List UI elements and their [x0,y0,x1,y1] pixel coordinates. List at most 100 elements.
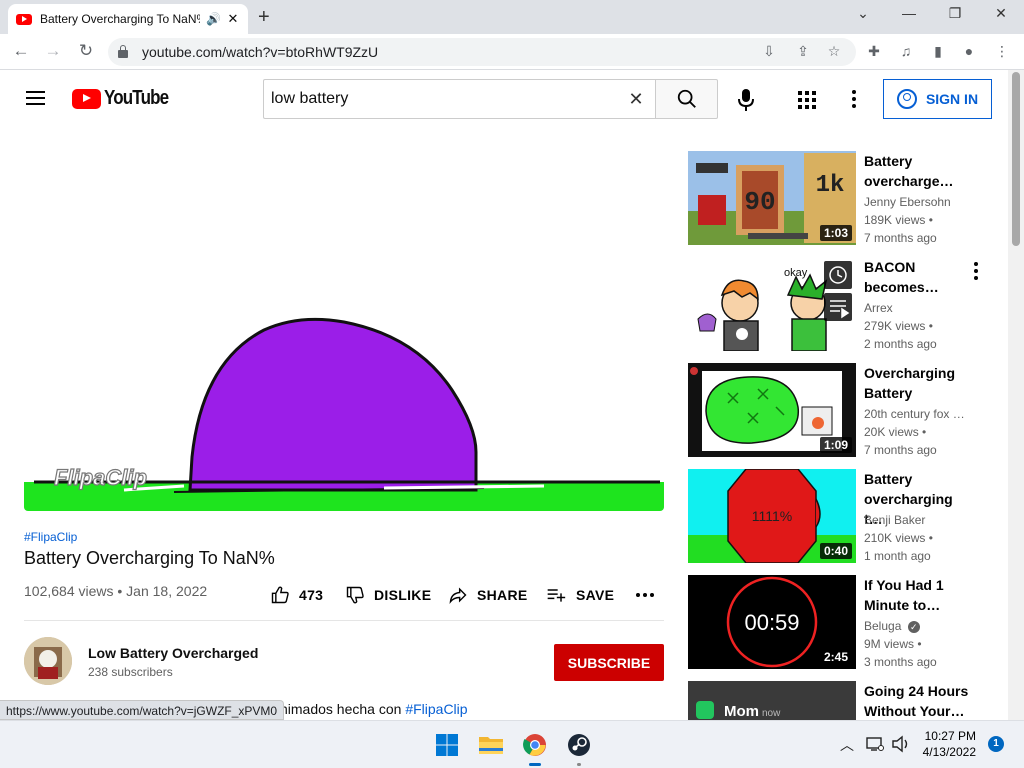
volume-icon[interactable] [891,735,911,758]
bookmark-star-icon[interactable]: ☆ [825,43,843,60]
video-thumbnail[interactable]: 00:59 2:45 [688,575,856,669]
related-video-item[interactable]: 00:59 2:45 If You Had 1 Minute to… Belug… [688,575,998,671]
close-window-button[interactable]: ✕ [989,5,1013,22]
steam-icon[interactable] [563,729,595,766]
browser-menu-icon[interactable]: ⋮ [993,43,1011,60]
new-tab-button[interactable]: + [258,6,270,29]
video-hashtag[interactable]: #FlipaClip [24,530,77,544]
sign-in-button[interactable]: SIGN IN [883,79,992,119]
related-video-title[interactable]: Battery overcharge… [864,151,964,191]
search-query: low battery [271,90,349,107]
divider [24,620,664,621]
video-description: nimados hecha con #FlipaClip [280,701,468,717]
settings-more-icon[interactable] [852,90,856,111]
thumbs-down-icon [346,586,364,604]
tab-audio-icon[interactable]: 🔊 [206,12,221,26]
related-video-views: 210K views • [864,531,933,545]
browser-tab[interactable]: Battery Overcharging To NaN% 🔊 ✕ [8,4,248,34]
youtube-logo[interactable]: YouTube [72,87,180,110]
dislike-label: DISLIKE [374,587,432,603]
hamburger-menu-icon[interactable] [26,91,45,105]
like-button[interactable]: 473 [270,585,323,605]
file-explorer-icon[interactable] [475,729,507,761]
video-views-date: 102,684 views • Jan 18, 2022 [24,583,208,599]
windows-taskbar: ︿ [0,720,1024,768]
network-icon[interactable] [866,736,884,757]
profile-avatar-icon[interactable]: ● [960,43,978,59]
search-input[interactable]: low battery ✕ [263,79,656,119]
related-video-age: 7 months ago [864,231,937,245]
thumb-number-1k: 1k [816,172,845,199]
related-video-channel[interactable]: Arrex [864,301,893,315]
video-thumbnail[interactable]: 90 1k 1:03 [688,151,856,245]
notification-badge[interactable]: 1 [988,736,1004,752]
forward-icon[interactable]: → [42,41,64,61]
browser-toolbar: ← → ↻ youtube.com/watch?v=btoRhWT9ZzU ⇩ … [0,34,1024,70]
flipaclip-watermark: FlipaClip [54,465,147,490]
video-thumbnail[interactable]: 1111% 0:40 [688,469,856,563]
address-bar[interactable]: youtube.com/watch?v=btoRhWT9ZzU [108,38,856,66]
related-video-item[interactable]: Mom now Going 24 Hours Without Your… [688,681,998,720]
video-duration: 1:03 [819,225,852,241]
search-button[interactable] [655,79,718,119]
related-video-channel[interactable]: Benji Baker [864,513,925,527]
minimize-button[interactable]: — [897,5,921,21]
related-video-item[interactable]: okay BACON becomes… Arrex 279K views • 2… [688,257,998,353]
related-video-channel[interactable]: 20th century fox … [864,407,965,421]
page-scrollbar-thumb[interactable] [1012,72,1020,246]
running-app-indicator [577,763,581,766]
related-video-item[interactable]: 1:09 Overcharging Battery 20th century f… [688,363,998,459]
related-video-item[interactable]: 90 1k 1:03 Battery overcharge… Jenny Ebe… [688,151,998,247]
video-thumbnail[interactable]: Mom now [688,681,856,720]
save-button[interactable]: SAVE [545,585,614,605]
video-thumbnail[interactable]: 1:09 [688,363,856,457]
related-video-title[interactable]: Overcharging Battery [864,363,964,403]
dislike-button[interactable]: DISLIKE [345,585,431,605]
video-thumbnail[interactable]: okay [688,257,856,351]
related-video-age: 1 month ago [864,549,931,563]
share-page-icon[interactable]: ⇪ [794,43,812,60]
add-to-queue-icon[interactable] [824,293,852,321]
share-button[interactable]: SHARE [448,585,528,605]
apps-grid-icon[interactable] [798,91,816,109]
reload-icon[interactable]: ↻ [75,41,97,61]
channel-avatar[interactable] [24,637,72,685]
tab-title: Battery Overcharging To NaN% [40,12,200,26]
related-video-channel[interactable]: Beluga ✓ [864,619,920,633]
active-app-indicator [529,763,541,766]
video-player[interactable]: FlipaClip [24,152,664,511]
channel-name[interactable]: Low Battery Overcharged [88,645,258,661]
lock-icon[interactable] [118,45,128,58]
related-video-title[interactable]: Going 24 Hours Without Your… [864,681,974,720]
sign-in-label: SIGN IN [925,91,979,107]
related-video-title[interactable]: If You Had 1 Minute to… [864,575,964,615]
related-video-title[interactable]: BACON becomes… [864,257,964,297]
thumb-now-text: now [762,708,781,719]
taskbar-clock[interactable]: 10:27 PM 4/13/2022 [918,728,976,760]
youtube-logo-text: YouTube [104,87,169,109]
tab-close-icon[interactable]: ✕ [226,11,240,27]
restore-button[interactable]: ❐ [943,5,967,22]
back-icon[interactable]: ← [10,41,32,61]
show-hidden-icons-chevron-icon[interactable]: ︿ [840,735,854,755]
related-video-channel[interactable]: Jenny Ebersohn [864,195,951,209]
windows-start-icon[interactable] [431,729,463,761]
related-video-age: 3 months ago [864,655,937,669]
side-panel-icon[interactable]: ▮ [929,43,947,60]
media-control-icon[interactable]: ♫ [897,43,915,59]
clear-search-icon[interactable]: ✕ [616,89,656,110]
extensions-puzzle-icon[interactable]: ✚ [865,43,883,60]
install-app-icon[interactable]: ⇩ [760,43,778,60]
chrome-icon[interactable] [519,729,551,766]
subscribe-button[interactable]: SUBSCRIBE [554,644,664,681]
related-video-item[interactable]: 1111% 0:40 Battery overcharging t… Benji… [688,469,998,565]
video-duration: 2:45 [819,649,852,665]
video-frame: FlipaClip [24,152,664,511]
description-text: nimados hecha con [280,701,406,717]
account-icon [896,89,917,109]
microphone-icon[interactable] [738,89,754,111]
description-hashtag[interactable]: #FlipaClip [405,701,467,717]
video-menu-icon[interactable] [974,262,978,283]
more-actions-icon[interactable] [636,593,654,597]
tab-search-chevron-icon[interactable]: ⌄ [851,5,875,22]
